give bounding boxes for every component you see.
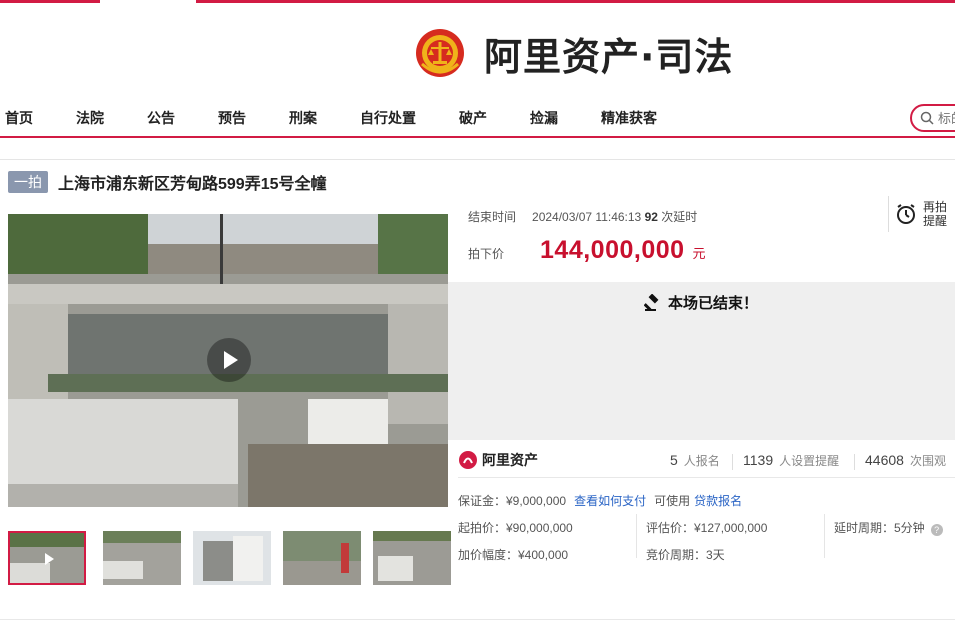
delay-period: 延时周期：5分钟? bbox=[834, 519, 943, 536]
how-to-pay-link[interactable]: 查看如何支付 bbox=[574, 492, 646, 509]
alarm-clock-icon bbox=[897, 204, 915, 224]
price-row: 拍下价 144,000,000 元 bbox=[468, 236, 706, 265]
search-box[interactable] bbox=[910, 104, 955, 132]
play-icon bbox=[224, 351, 238, 369]
price-label: 拍下价 bbox=[468, 247, 505, 261]
thumbnail-image bbox=[103, 531, 181, 585]
stats-separator bbox=[732, 454, 733, 470]
end-time-label: 结束时间 bbox=[468, 210, 517, 224]
site-logo[interactable]: 阿里资产·司法 bbox=[414, 24, 733, 82]
reminder-count: 1139 人设置提醒 bbox=[743, 452, 840, 468]
nav-item-court[interactable]: 法院 bbox=[76, 108, 104, 128]
delay-count: 92 bbox=[644, 210, 658, 224]
nav-item-notice[interactable]: 公告 bbox=[147, 108, 175, 128]
listing-header: 一拍 上海市浦东新区芳甸路599弄15号全幢 bbox=[8, 170, 327, 194]
search-icon bbox=[920, 111, 934, 125]
nav-item-bankruptcy[interactable]: 破产 bbox=[459, 108, 487, 128]
video-play-button[interactable] bbox=[207, 338, 251, 382]
help-icon[interactable]: ? bbox=[930, 524, 943, 536]
stats-bar: 阿里资产 5 人报名 1139 人设置提醒 44608 次围观 bbox=[458, 448, 955, 478]
thumbnail-5[interactable] bbox=[373, 531, 451, 585]
final-price: 144,000,000 bbox=[540, 236, 685, 264]
ali-assets-icon bbox=[459, 451, 477, 469]
nav-item-self-disposal[interactable]: 自行处置 bbox=[360, 108, 416, 128]
price-unit: 元 bbox=[692, 246, 706, 261]
thumbnail-image bbox=[283, 531, 361, 585]
nav-item-criminal[interactable]: 刑案 bbox=[289, 108, 317, 128]
brand-name: 阿里资产·司法 bbox=[484, 34, 734, 79]
column-separator bbox=[636, 514, 637, 558]
nav-item-bargain[interactable]: 捡漏 bbox=[530, 108, 558, 128]
thumbnail-image bbox=[10, 533, 84, 583]
stats-separator bbox=[854, 454, 855, 470]
thumbnail-image bbox=[373, 531, 451, 585]
signup-count: 5 人报名 bbox=[670, 452, 720, 468]
end-time-value: 2024/03/07 11:46:13 92 次延时 bbox=[532, 210, 698, 224]
remind-label: 再拍 提醒 bbox=[923, 200, 948, 228]
nav-item-home[interactable]: 首页 bbox=[5, 108, 33, 128]
deposit-row: 保证金：¥9,000,000 查看如何支付 可使用 贷款报名 bbox=[458, 492, 742, 509]
auction-round-tag: 一拍 bbox=[8, 171, 48, 193]
delay-label: 次延时 bbox=[661, 210, 698, 224]
view-count: 44608 次围观 bbox=[865, 452, 946, 468]
loan-signup-link[interactable]: 贷款报名 bbox=[694, 492, 742, 509]
gavel-icon bbox=[644, 293, 659, 311]
top-strip-right bbox=[196, 0, 955, 3]
start-price: 起拍价：¥90,000,000 bbox=[458, 521, 573, 535]
column-separator bbox=[824, 514, 825, 558]
thumbnail-image bbox=[193, 531, 271, 585]
auction-ended-panel: 本场已结束！ bbox=[448, 282, 955, 440]
end-time-row: 结束时间 2024/03/07 11:46:13 92 次延时 bbox=[468, 208, 697, 225]
bottom-divider bbox=[0, 619, 955, 620]
court-emblem-icon bbox=[416, 29, 464, 77]
usable-label: 可使用 bbox=[654, 494, 691, 508]
thumbnail-3[interactable] bbox=[193, 531, 271, 585]
remind-button[interactable]: 再拍 提醒 bbox=[888, 196, 955, 232]
auction-ended-text: 本场已结束！ bbox=[668, 295, 759, 312]
main-photo[interactable] bbox=[8, 214, 448, 507]
ali-assets-logo: 阿里资产 bbox=[458, 450, 538, 470]
thumbnail-4[interactable] bbox=[283, 531, 361, 585]
top-accent-strip bbox=[0, 0, 955, 4]
thumbnail-2[interactable] bbox=[103, 531, 181, 585]
appraisal-price: 评估价：¥127,000,000 bbox=[646, 521, 768, 535]
thumbnail-1[interactable] bbox=[8, 531, 86, 585]
nav-item-customer[interactable]: 精准获客 bbox=[601, 108, 657, 128]
listing-title: 上海市浦东新区芳甸路599弄15号全幢 bbox=[58, 176, 327, 193]
nav-item-preview[interactable]: 预告 bbox=[218, 108, 246, 128]
top-strip-left bbox=[0, 0, 100, 3]
deposit-amount: 保证金：¥9,000,000 bbox=[458, 494, 567, 508]
bid-increment: 加价幅度：¥400,000 bbox=[458, 548, 569, 562]
section-divider bbox=[0, 159, 955, 160]
main-nav: 首页 法院 公告 预告 刑案 自行处置 破产 捡漏 精准获客 bbox=[0, 104, 955, 138]
search-input[interactable] bbox=[938, 110, 955, 126]
bid-period: 竞价周期：3天 bbox=[646, 548, 725, 562]
